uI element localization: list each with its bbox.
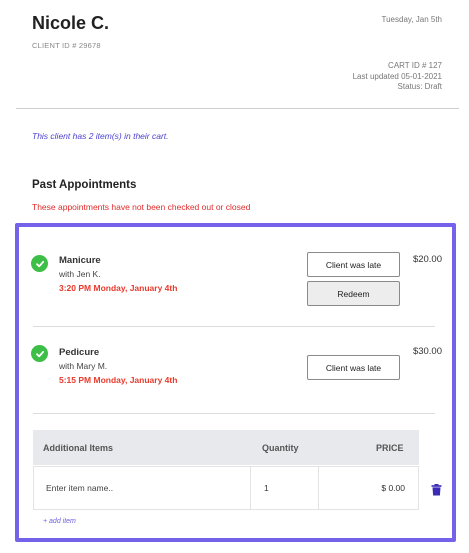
cart-id: CART ID # 127	[388, 61, 442, 70]
cart-meta: CART ID # 127 Last updated 05-01-2021 St…	[353, 61, 442, 93]
client-was-late-button[interactable]: Client was late	[307, 252, 400, 277]
appointment-divider	[33, 326, 435, 327]
appointment-service: Manicure	[59, 255, 101, 266]
trash-icon[interactable]	[431, 483, 442, 496]
appointment-service: Pedicure	[59, 347, 100, 358]
appointment-staff: with Mary M.	[59, 361, 108, 371]
item-name-input[interactable]: Enter item name..	[33, 466, 251, 510]
appointment-divider	[33, 413, 435, 414]
client-id: CLIENT ID # 29678	[32, 41, 101, 50]
cart-last-updated: Last updated 05-01-2021	[352, 71, 442, 81]
appointment-price: $20.00	[412, 254, 442, 265]
check-icon	[31, 345, 48, 362]
item-price-input[interactable]: $ 0.00	[318, 466, 419, 510]
column-header-price: PRICE	[376, 443, 404, 453]
item-name-placeholder: Enter item name..	[46, 483, 114, 493]
item-quantity-input[interactable]: 1	[250, 466, 319, 510]
item-price-value: $ 0.00	[381, 483, 405, 493]
client-was-late-button[interactable]: Client was late	[307, 355, 400, 380]
item-quantity-value: 1	[264, 483, 269, 493]
appointment-price: $30.00	[412, 346, 442, 357]
past-appointments-title: Past Appointments	[32, 179, 137, 191]
appointment-time: 5:15 PM Monday, January 4th	[59, 375, 178, 385]
past-appointments-warning: These appointments have not been checked…	[32, 202, 251, 212]
header-divider	[16, 108, 459, 109]
redeem-button[interactable]: Redeem	[307, 281, 400, 306]
cart-item-count-note: This client has 2 item(s) in their cart.	[32, 131, 169, 141]
appointment-staff: with Jen K.	[59, 269, 101, 279]
check-icon	[31, 255, 48, 272]
cart-status: Status: Draft	[397, 82, 442, 91]
add-item-link[interactable]: + add item	[43, 518, 76, 525]
appointment-time: 3:20 PM Monday, January 4th	[59, 283, 178, 293]
column-header-item: Additional Items	[43, 443, 114, 453]
current-date: Tuesday, Jan 5th	[381, 15, 442, 24]
column-header-quantity: Quantity	[262, 443, 299, 453]
client-name: Nicole C.	[32, 13, 110, 33]
